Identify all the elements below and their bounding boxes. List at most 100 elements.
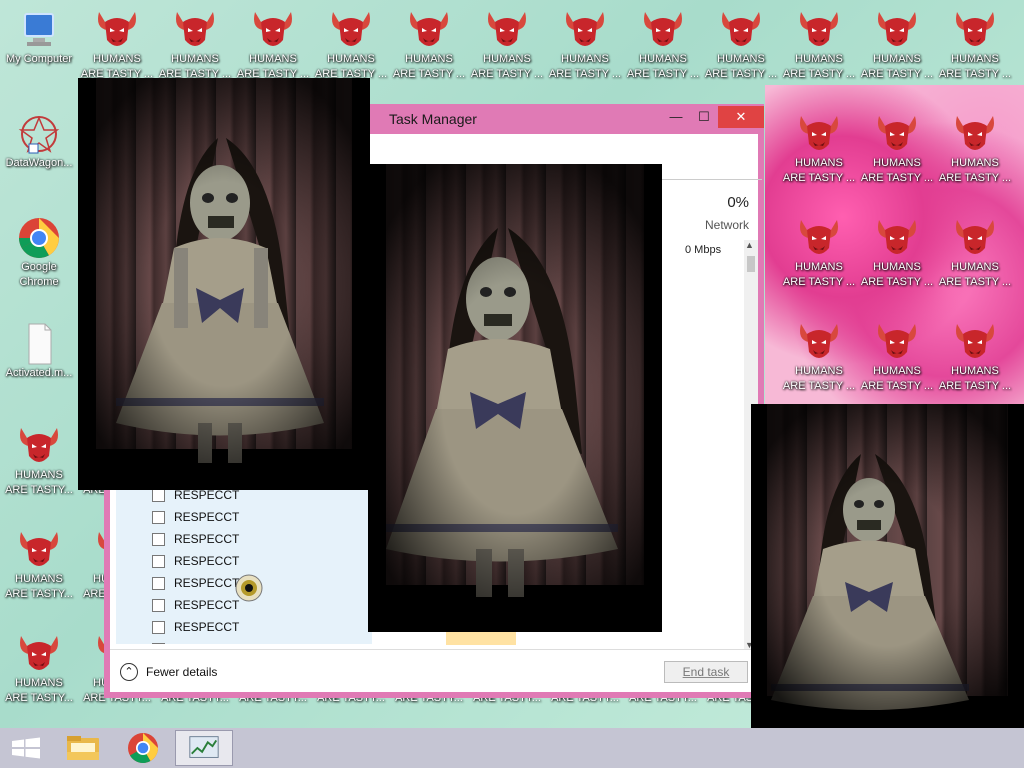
process-checkbox[interactable] [152,620,165,634]
icon-label: HUMANS [405,53,453,65]
desktop-icon-humans-are-tasty[interactable]: HUMANS ARE TASTY... [1,528,77,602]
desktop-icon-humans-are-tasty[interactable]: HUMANS ARE TASTY ... [937,320,1013,394]
desktop-icon-humans-are-tasty[interactable]: HUMANS ARE TASTY ... [703,8,779,82]
desktop-icon-humans-are-tasty[interactable]: HUMANS ARE TASTY ... [781,216,857,290]
desktop-icon-google-chrome[interactable]: Google Chrome [1,216,77,290]
task-manager-footer: ⌃ Fewer details End task [110,649,758,692]
icon-label: HUMANS [639,53,687,65]
icon-label: HUMANS [327,53,375,65]
desktop-icon-humans-are-tasty[interactable]: HUMANS ARE TASTY ... [937,8,1013,82]
maximize-button[interactable]: ☐ [690,106,718,128]
process-checkbox[interactable] [152,598,165,612]
icon-label: ARE TASTY ... [392,68,466,80]
desktop-icon-humans-are-tasty[interactable]: HUMANS ARE TASTY ... [235,8,311,82]
icon-label: HUMANS [951,53,999,65]
chevron-up-icon: ⌃ [120,663,138,681]
desktop-icon-humans-are-tasty[interactable]: HUMANS ARE TASTY ... [859,216,935,290]
scroll-thumb[interactable] [747,256,755,272]
task-manager-icon [189,736,219,758]
fewer-details-button[interactable]: ⌃ Fewer details [120,663,217,681]
icon-label: HUMANS [717,53,765,65]
icon-label: HUMANS [951,261,999,273]
desktop-icon-humans-are-tasty[interactable]: HUMANS ARE TASTY ... [859,112,935,186]
process-name: RESPECCT [174,554,240,568]
demon-icon [800,12,838,46]
process-checkbox[interactable] [152,510,165,524]
desktop-icon-datawagon[interactable]: DataWagon... [1,112,77,171]
icon-label: ARE TASTY... [5,484,73,496]
process-row[interactable]: RESPECCT [116,616,372,638]
minimize-button[interactable]: — [662,106,690,128]
icon-label: HUMANS [795,365,843,377]
photo-vignette [78,78,370,490]
icon-label: HUMANS [795,157,843,169]
windows-start-icon [12,737,40,759]
fewer-details-label: Fewer details [146,665,218,679]
close-button[interactable]: ✕ [718,106,764,128]
icon-label: DataWagon... [5,157,73,169]
desktop-icon-humans-are-tasty[interactable]: HUMANS ARE TASTY ... [79,8,155,82]
process-row[interactable]: RESPECCT [116,528,372,550]
desktop-icon-humans-are-tasty[interactable]: HUMANS ARE TASTY ... [625,8,701,82]
icon-label: ARE TASTY ... [860,172,934,184]
taskbar [0,728,1024,768]
demon-icon [98,12,136,46]
process-name: RESPECCT [174,510,240,524]
demon-icon [254,12,292,46]
icon-label: HUMANS [951,157,999,169]
icon-label: ARE TASTY ... [782,68,856,80]
desktop-icon-humans-are-tasty[interactable]: HUMANS ARE TASTY ... [937,112,1013,186]
process-checkbox[interactable] [152,642,165,644]
taskbar-task-manager[interactable] [175,730,233,766]
desktop-icon-my-computer[interactable]: My Computer [1,8,77,67]
desktop-icon-humans-are-tasty[interactable]: HUMANS ARE TASTY... [1,424,77,498]
demon-icon [20,532,58,566]
desktop-icon-humans-are-tasty[interactable]: HUMANS ARE TASTY ... [313,8,389,82]
process-list[interactable]: RESPECCT RESPECCT RESPECCT RESPECCT RESPECCT… [116,484,372,644]
desktop: My Computer DataWagon... Google Chrome A… [0,0,1024,728]
start-button[interactable] [0,730,56,766]
eyeball-icon [235,574,263,602]
process-checkbox[interactable] [152,488,165,502]
desktop-icon-humans-are-tasty[interactable]: HUMANS ARE TASTY ... [781,8,857,82]
process-row[interactable]: RESPECCT [116,550,372,572]
icon-label: ARE TASTY ... [548,68,622,80]
desktop-icon-humans-are-tasty[interactable]: HUMANS ARE TASTY ... [937,216,1013,290]
icon-label: ARE TASTY ... [938,380,1012,392]
icon-label: HUMANS [15,573,63,585]
datawagon-icon [18,116,60,154]
desktop-icon-humans-are-tasty[interactable]: HUMANS ARE TASTY... [1,632,77,706]
desktop-icon-humans-are-tasty[interactable]: HUMANS ARE TASTY ... [781,320,857,394]
desktop-icon-humans-are-tasty[interactable]: HUMANS ARE TASTY ... [781,112,857,186]
end-task-button[interactable]: End task [664,661,748,683]
desktop-icon-humans-are-tasty[interactable]: HUMANS ARE TASTY ... [859,8,935,82]
desktop-icon-humans-are-tasty[interactable]: HUMANS ARE TASTY ... [547,8,623,82]
desktop-icon-humans-are-tasty[interactable]: HUMANS ARE TASTY ... [391,8,467,82]
horror-doll-popup[interactable] [78,78,370,490]
horror-doll-popup[interactable] [368,164,662,632]
icon-label: HUMANS [561,53,609,65]
demon-icon [410,12,448,46]
scroll-up-icon[interactable]: ▲ [745,240,754,250]
icon-label: HUMANS [93,53,141,65]
desktop-icon-humans-are-tasty[interactable]: HUMANS ARE TASTY ... [469,8,545,82]
icon-label: ARE TASTY ... [860,380,934,392]
process-row[interactable]: RESPECCT [116,506,372,528]
taskbar-chrome[interactable] [115,730,171,766]
icon-label: Activated.m... [5,367,73,379]
desktop-icon-humans-are-tasty[interactable]: HUMANS ARE TASTY ... [157,8,233,82]
demon-icon [488,12,526,46]
process-checkbox[interactable] [152,532,165,546]
process-checkbox[interactable] [152,554,165,568]
icon-label: HUMANS [795,53,843,65]
desktop-icon-activated[interactable]: Activated.m... [1,322,77,381]
process-row[interactable]: RESPECCT [116,638,372,644]
icon-label: Google Chrome [19,261,59,288]
taskbar-file-explorer[interactable] [55,730,111,766]
horror-doll-popup[interactable] [751,404,1024,728]
icon-label: ARE TASTY ... [938,276,1012,288]
desktop-icon-humans-are-tasty[interactable]: HUMANS ARE TASTY ... [859,320,935,394]
icon-label: ARE TASTY ... [626,68,700,80]
icon-label: HUMANS [951,365,999,377]
process-checkbox[interactable] [152,576,165,590]
